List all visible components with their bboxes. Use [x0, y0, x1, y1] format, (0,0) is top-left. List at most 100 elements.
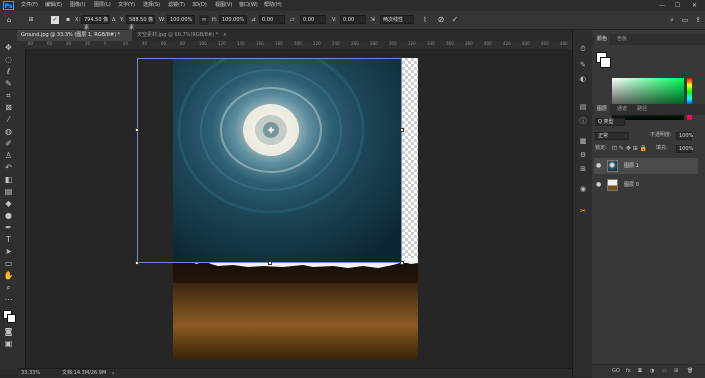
- y-input[interactable]: 588.50 像素: [126, 15, 155, 31]
- mask-icon[interactable]: ◘: [638, 367, 642, 376]
- transform-handle-bottom-left[interactable]: [135, 261, 139, 265]
- layer-row-1[interactable]: ● 图层 1: [594, 158, 698, 174]
- menu-select[interactable]: 选择(S): [143, 0, 160, 11]
- dodge-tool-icon[interactable]: ●: [3, 210, 14, 221]
- menu-3d[interactable]: 3D(D): [192, 0, 207, 11]
- brush-settings-icon[interactable]: ✎: [578, 60, 588, 70]
- adjustment-layer-icon[interactable]: ◑: [650, 367, 654, 376]
- home-icon[interactable]: ⌂: [4, 15, 14, 25]
- visibility-eye-icon[interactable]: ●: [596, 158, 601, 174]
- share-icon[interactable]: ⇪: [693, 15, 703, 25]
- screen-mode-icon[interactable]: ▣: [3, 338, 14, 349]
- group-icon[interactable]: ▭: [662, 367, 667, 376]
- menu-help[interactable]: 帮助(H): [264, 0, 282, 11]
- glyphs-icon[interactable]: ◉: [578, 184, 588, 194]
- link-layers-icon[interactable]: GO: [612, 367, 620, 376]
- blend-mode-select[interactable]: 正常: [595, 132, 629, 140]
- history-icon[interactable]: ⏱: [578, 44, 588, 54]
- lock-icons[interactable]: ⊡ ✎ ✥ ⊞ 🔒: [612, 144, 647, 153]
- link-icon[interactable]: ∆: [112, 15, 115, 25]
- move-tool-icon[interactable]: ✥: [3, 42, 14, 53]
- zoom-tool-icon[interactable]: ⌕: [3, 282, 14, 293]
- visibility-eye-icon[interactable]: ●: [596, 177, 601, 193]
- tab-swatches[interactable]: 色板: [614, 34, 630, 45]
- tab-channels[interactable]: 通道: [614, 104, 630, 115]
- hand-tool-icon[interactable]: ✋: [3, 270, 14, 281]
- menu-edit[interactable]: 编辑(E): [45, 0, 62, 11]
- type-tool-icon[interactable]: T: [3, 234, 14, 245]
- layer-filter-select[interactable]: Q 类型: [595, 118, 625, 126]
- frame-tool-icon[interactable]: ⊠: [3, 102, 14, 113]
- styles-icon[interactable]: ▩: [578, 136, 588, 146]
- cancel-transform-icon[interactable]: ⊘: [436, 15, 446, 25]
- menu-file[interactable]: 文件(F): [21, 0, 38, 11]
- blur-tool-icon[interactable]: ◆: [3, 198, 14, 209]
- layer-thumbnail[interactable]: [607, 160, 618, 172]
- menu-view[interactable]: 视图(V): [215, 0, 232, 11]
- actions-icon[interactable]: ⚙: [578, 150, 588, 160]
- warp-icon[interactable]: ⌇: [420, 15, 430, 25]
- tool-presets-icon[interactable]: ✂: [578, 206, 588, 216]
- gradient-tool-icon[interactable]: ▤: [3, 186, 14, 197]
- tab-sky-material[interactable]: 天空素材.jpg @ 60.7%(RGB/8#) * ×: [133, 30, 243, 41]
- stamp-tool-icon[interactable]: ♙: [3, 150, 14, 161]
- adjustments-icon[interactable]: ◐: [578, 74, 588, 84]
- search-icon[interactable]: ⌕: [667, 15, 677, 25]
- skew-h-input[interactable]: 0.00: [300, 15, 326, 24]
- clone-source-icon[interactable]: ⊞: [578, 164, 588, 174]
- eraser-tool-icon[interactable]: ◧: [3, 174, 14, 185]
- menu-type[interactable]: 文字(Y): [118, 0, 135, 11]
- transform-handle-right[interactable]: [400, 128, 404, 132]
- tab-layers[interactable]: 图层: [594, 104, 611, 115]
- properties-icon[interactable]: ▤: [578, 102, 588, 112]
- chain-link-icon[interactable]: ∞: [199, 15, 209, 25]
- new-layer-icon[interactable]: ⊞: [674, 367, 678, 376]
- workspace-icon[interactable]: ▭: [680, 15, 690, 25]
- opacity-input[interactable]: 100%: [676, 132, 693, 140]
- panel-background-swatch[interactable]: [600, 57, 611, 68]
- fx-icon[interactable]: fx: [626, 367, 631, 376]
- menu-filter[interactable]: 滤镜(T): [168, 0, 185, 11]
- transform-bounding-box[interactable]: [137, 58, 402, 263]
- commit-transform-icon[interactable]: ✓: [450, 15, 460, 25]
- close-window-button[interactable]: ✕: [692, 0, 697, 11]
- delete-layer-icon[interactable]: 🗑: [687, 367, 693, 376]
- quick-select-tool-icon[interactable]: ✎: [3, 78, 14, 89]
- interpolation-select[interactable]: 两次线性: [380, 15, 414, 24]
- brush-tool-icon[interactable]: ✐: [3, 138, 14, 149]
- layer-name[interactable]: 图层 1: [624, 158, 639, 174]
- tab-color[interactable]: 颜色: [594, 34, 611, 45]
- transform-tool-icon[interactable]: ⊞: [26, 15, 36, 25]
- angle-input[interactable]: 0.00: [259, 15, 285, 24]
- background-color-swatch[interactable]: [7, 314, 16, 323]
- transform-handle-left[interactable]: [135, 128, 139, 132]
- layer-row-0[interactable]: ● 图层 0: [594, 177, 698, 193]
- pen-tool-icon[interactable]: ✒: [3, 222, 14, 233]
- reference-point-icon[interactable]: ▪: [63, 15, 73, 25]
- layer-name[interactable]: 图层 0: [624, 177, 639, 193]
- fill-input[interactable]: 100%: [676, 145, 693, 153]
- skew-v-input[interactable]: 0.00: [340, 15, 366, 24]
- x-input[interactable]: 794.50 像素: [81, 15, 110, 31]
- height-input[interactable]: 100.00%: [219, 15, 247, 24]
- more-tools-icon[interactable]: ⋯: [3, 294, 14, 305]
- close-tab-icon[interactable]: ×: [223, 32, 227, 38]
- crop-tool-icon[interactable]: ⌗: [3, 90, 14, 101]
- info-icon[interactable]: ⓘ: [578, 116, 588, 126]
- tab-paths[interactable]: 路径: [634, 104, 650, 115]
- marquee-tool-icon[interactable]: ◌: [3, 54, 14, 65]
- shape-tool-icon[interactable]: ▭: [3, 258, 14, 269]
- menu-image[interactable]: 图像(I): [70, 0, 85, 11]
- menu-window[interactable]: 窗口(W): [239, 0, 258, 11]
- eyedropper-tool-icon[interactable]: ⁄: [3, 114, 14, 125]
- reference-point-checkbox[interactable]: ✓: [51, 16, 59, 24]
- healing-brush-tool-icon[interactable]: ◍: [3, 126, 14, 137]
- tab-ground[interactable]: Ground.jpg @ 33.3% (图层 1, RGB/8#) * ×: [17, 30, 132, 49]
- width-input[interactable]: 100.00%: [167, 15, 195, 24]
- lasso-tool-icon[interactable]: ℓ: [3, 66, 14, 77]
- transform-handle-bottom[interactable]: [268, 261, 272, 265]
- quick-mask-icon[interactable]: ◙: [3, 326, 14, 337]
- menu-layer[interactable]: 图层(L): [94, 0, 111, 11]
- photoshop-logo[interactable]: Ps: [3, 1, 14, 10]
- path-select-tool-icon[interactable]: ➤: [3, 246, 14, 257]
